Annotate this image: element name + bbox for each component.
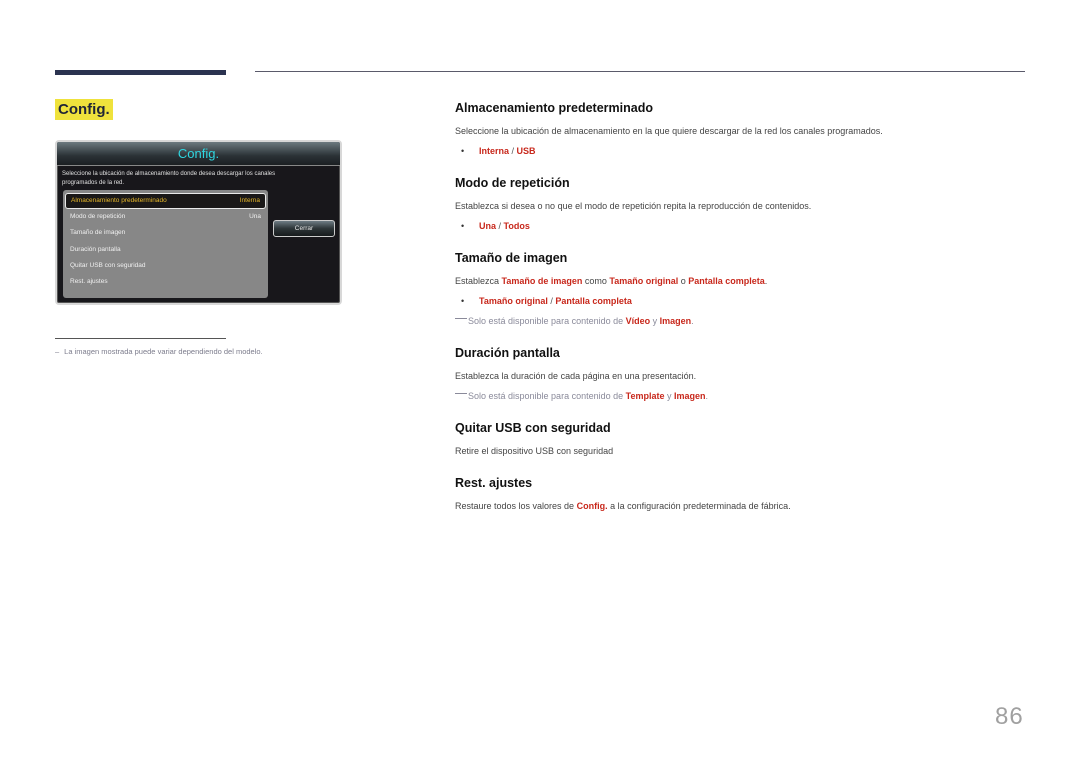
menu-item-label: Modo de repetición [70, 213, 126, 220]
dialog-description: Seleccione la ubicación de almacenamient… [62, 171, 276, 186]
close-button[interactable]: Cerrar [273, 220, 335, 237]
footnote-mark-icon [455, 318, 467, 319]
text-fragment: y [664, 391, 674, 401]
bullet-icon: • [461, 146, 465, 156]
page-number: 86 [995, 703, 1024, 730]
text-fragment: Solo está disponible para contenido de [468, 316, 626, 326]
text-emphasis: Pantalla completa [688, 276, 765, 286]
footnote-duration: Solo está disponible para contenido de T… [455, 391, 708, 401]
note-dash: – [55, 347, 60, 356]
text-fragment: . [705, 391, 709, 401]
text-fragment: como [582, 276, 610, 286]
options-repeat: • Una / Todos [455, 221, 530, 231]
option: Todos [503, 221, 530, 231]
text-emphasis: Tamaño de imagen [501, 276, 583, 286]
config-dialog: Config. Seleccione la ubicación de almac… [55, 140, 342, 305]
text-emphasis: Imagen [659, 316, 692, 326]
heading-image-size: Tamaño de imagen [455, 251, 568, 265]
bullet-icon: • [461, 221, 465, 231]
option: Tamaño original [479, 296, 548, 306]
text-image-size: Establezca Tamaño de imagen como Tamaño … [455, 276, 767, 286]
note-text: La imagen mostrada puede variar dependie… [64, 347, 263, 356]
text-emphasis: Vídeo [625, 316, 651, 326]
image-note: – La imagen mostrada puede variar dependi… [55, 347, 263, 356]
footnote-mark-icon [455, 393, 467, 394]
text-emphasis: Config. [576, 501, 608, 511]
heading-duration: Duración pantalla [455, 346, 560, 360]
heading-repeat: Modo de repetición [455, 176, 570, 190]
dialog-title: Config. [177, 146, 220, 161]
menu-item-reset[interactable]: Rest. ajustes [63, 274, 268, 290]
footnote-image-size: Solo está disponible para contenido de V… [455, 316, 694, 326]
text-fragment: a la configuración predeterminada de fáb… [607, 501, 791, 511]
section-title: Config. [55, 99, 113, 120]
note-divider [55, 338, 226, 339]
text-fragment: Restaure todos los valores de [455, 501, 577, 511]
menu-item-label: Almacenamiento predeterminado [71, 197, 167, 204]
option-separator: / [496, 221, 504, 231]
menu-item-duration[interactable]: Duración pantalla [63, 242, 268, 258]
dialog-menu-list: Almacenamiento predeterminado Interna Mo… [63, 190, 268, 298]
text-fragment: Solo está disponible para contenido de [468, 391, 626, 401]
options-image-size: • Tamaño original / Pantalla completa [455, 296, 632, 306]
text-fragment: . [764, 276, 768, 286]
menu-item-value: Una [249, 213, 261, 220]
text-emphasis: Tamaño original [609, 276, 679, 286]
text-fragment: . [691, 316, 694, 326]
text-fragment: Establezca [455, 276, 502, 286]
option: Interna [479, 146, 510, 156]
menu-item-storage[interactable]: Almacenamiento predeterminado Interna [65, 193, 266, 209]
heading-usb: Quitar USB con seguridad [455, 421, 611, 435]
text-duration: Establezca la duración de cada página en… [455, 371, 697, 381]
menu-item-label: Tamaño de imagen [70, 229, 126, 237]
text-fragment: o [678, 276, 689, 286]
menu-item-repeat[interactable]: Modo de repetición Una [63, 209, 268, 225]
option: USB [516, 146, 536, 156]
heading-reset: Rest. ajustes [455, 476, 533, 490]
header-bar-accent [55, 70, 226, 75]
text-storage: Seleccione la ubicación de almacenamient… [455, 126, 883, 136]
option: Pantalla completa [555, 296, 632, 306]
option: Una [479, 221, 497, 231]
text-fragment: y [650, 316, 660, 326]
header-rule [255, 71, 1025, 72]
menu-item-label: Rest. ajustes [70, 278, 108, 286]
menu-item-value: Interna [239, 197, 260, 204]
menu-item-usb[interactable]: Quitar USB con seguridad [63, 258, 268, 274]
heading-storage: Almacenamiento predeterminado [455, 101, 653, 115]
bullet-icon: • [461, 296, 465, 306]
menu-item-label: Duración pantalla [70, 245, 121, 253]
option-separator: / [509, 146, 517, 156]
options-storage: • Interna / USB [455, 146, 536, 156]
menu-item-label: Quitar USB con seguridad [70, 261, 146, 269]
menu-item-image-size[interactable]: Tamaño de imagen [63, 225, 268, 241]
text-reset: Restaure todos los valores de Config. a … [455, 501, 791, 511]
text-emphasis: Imagen [673, 391, 706, 401]
dialog-header: Config. [57, 142, 340, 166]
text-repeat: Establezca si desea o no que el modo de … [455, 201, 812, 211]
text-usb: Retire el dispositivo USB con seguridad [455, 446, 614, 456]
text-emphasis: Template [625, 391, 665, 401]
